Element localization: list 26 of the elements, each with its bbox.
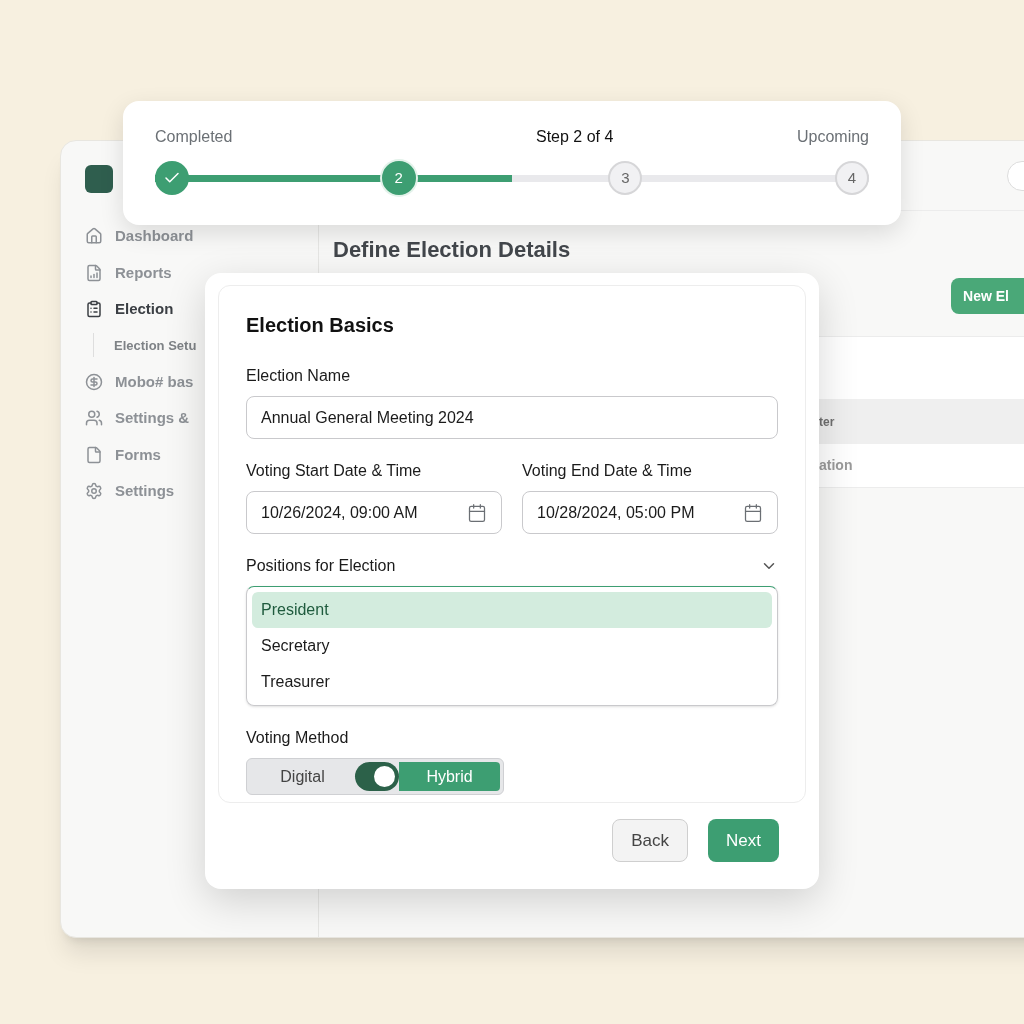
back-button[interactable]: Back (612, 819, 689, 862)
step-status-label: Completed (155, 127, 233, 147)
dropdown-option[interactable]: President (252, 592, 772, 628)
field-label: Positions for Election (246, 556, 396, 576)
segment-option[interactable]: Digital (250, 762, 355, 791)
next-button[interactable]: Next (708, 819, 779, 862)
field-label: Voting End Date & Time (522, 461, 693, 481)
segment-option[interactable]: Hybrid (399, 762, 500, 791)
column-header: ter (819, 413, 835, 431)
new-election-button[interactable]: New El (951, 278, 1024, 314)
field-label: Voting Method (246, 728, 350, 748)
step-counter: Step 2 of 4 (535, 127, 614, 147)
dialog-title: Election Basics (246, 313, 395, 338)
sidebar-item[interactable]: Reports (85, 261, 294, 284)
table-cell-text: ation (819, 456, 853, 475)
dropdown-option[interactable]: Secretary (252, 628, 772, 664)
sidebar-item[interactable]: Dashboard (85, 225, 294, 248)
page-title: Define Election Details (332, 236, 572, 264)
field-label: Election Name (246, 366, 352, 386)
sidebar-subitem[interactable]: Election Setu (114, 337, 197, 353)
date-time-field[interactable]: 10/28/2024, 05:00 PM (522, 491, 778, 534)
dropdown-option[interactable]: Treasurer (252, 664, 772, 700)
field-label: Voting Start Date & Time (246, 461, 423, 481)
text-field[interactable]: Annual General Meeting 2024 (246, 396, 778, 439)
date-time-field[interactable]: 10/26/2024, 09:00 AM (246, 491, 502, 534)
step-status-label: Upcoming (796, 127, 869, 147)
